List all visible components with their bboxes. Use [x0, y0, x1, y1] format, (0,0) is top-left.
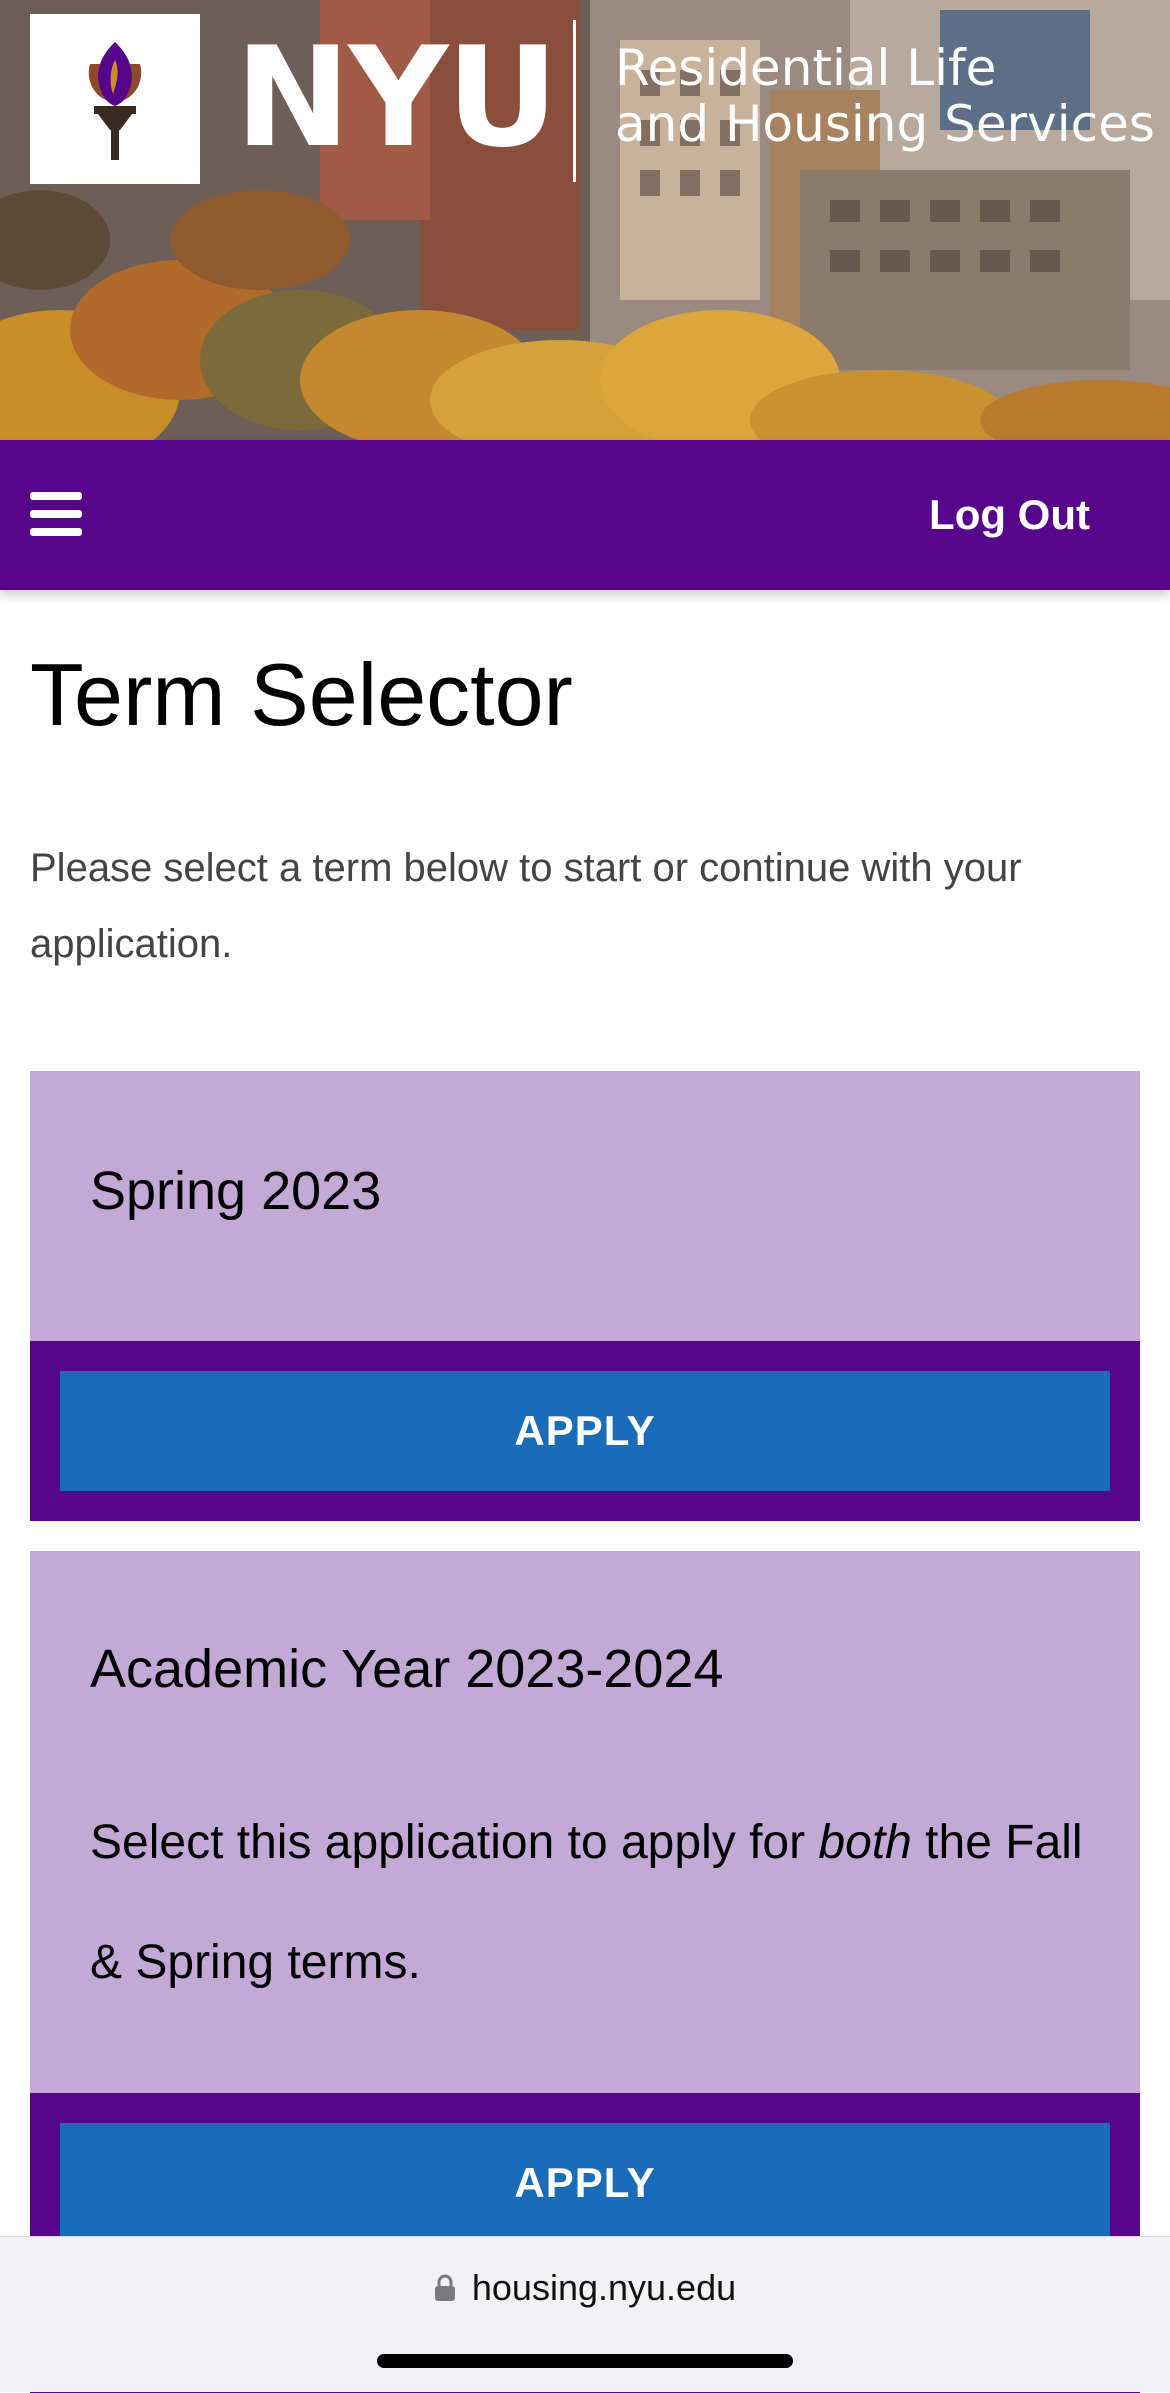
term-description: Select this application to apply for bot…: [90, 1783, 1090, 2023]
header-banner: NYU Residential Life and Housing Service…: [0, 0, 1170, 440]
org-name-line-1: Residential Life: [615, 39, 997, 97]
apply-button-spring-2023[interactable]: APPLY: [60, 1371, 1110, 1491]
logout-button[interactable]: Log Out: [929, 488, 1090, 542]
hamburger-menu-icon[interactable]: [30, 492, 82, 536]
term-description-emphasis: both: [818, 1816, 912, 1869]
term-title: Academic Year 2023-2024: [90, 1639, 724, 1699]
nyu-torch-logo: [30, 14, 200, 184]
logo-divider: [573, 20, 576, 182]
nyu-wordmark: NYU: [235, 17, 558, 178]
apply-footer: APPLY: [30, 1341, 1140, 1521]
browser-address-bar: housing.nyu.edu: [0, 2236, 1170, 2392]
term-card-spring-2023: Spring 2023 APPLY: [30, 1071, 1140, 1521]
org-name: Residential Life and Housing Services: [615, 40, 1155, 152]
term-title: Spring 2023: [90, 1161, 382, 1221]
top-navbar: Log Out: [0, 440, 1170, 590]
intro-text: Please select a term below to start or c…: [30, 846, 1022, 966]
torch-icon: [88, 42, 142, 160]
lock-icon: [434, 2274, 455, 2301]
url-text: housing.nyu.edu: [471, 2267, 737, 2308]
home-indicator: [377, 2354, 793, 2368]
term-description-part-1: Select this application to apply for: [90, 1816, 819, 1869]
page-title: Term Selector: [30, 645, 573, 744]
org-name-line-2: and Housing Services: [615, 95, 1155, 153]
url-display[interactable]: housing.nyu.edu: [0, 2267, 1170, 2309]
apply-button-academic-year[interactable]: APPLY: [60, 2123, 1110, 2243]
